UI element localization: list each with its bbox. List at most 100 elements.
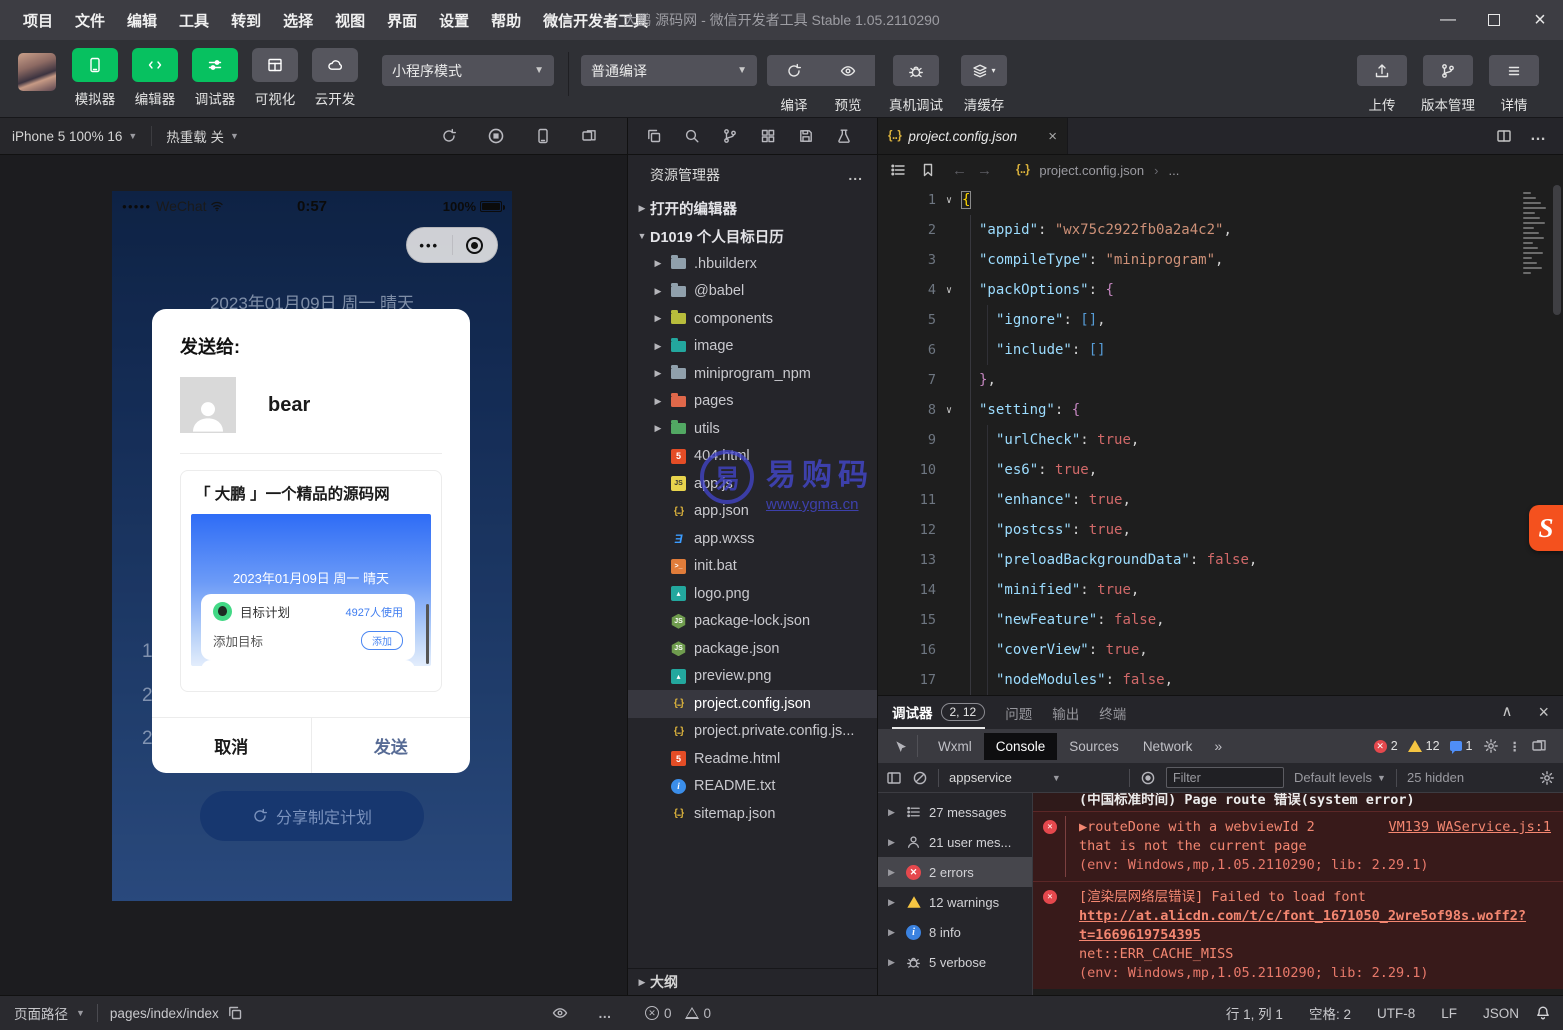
compile-select[interactable]: 普通编译▼ (581, 55, 757, 86)
menu-文件[interactable]: 文件 (66, 6, 114, 35)
code-line-11[interactable]: 11"enhance": true, (878, 485, 1563, 515)
console-filter-21 user mes...[interactable]: ▶21 user mes... (878, 827, 1032, 857)
devtools-tab-Sources[interactable]: Sources (1057, 733, 1131, 760)
code-line-16[interactable]: 16"coverView": true, (878, 635, 1563, 665)
file-components[interactable]: ▶components (628, 305, 877, 333)
copy-path-icon[interactable] (227, 1005, 243, 1021)
kebab-menu-icon[interactable]: ⋮ (1509, 739, 1522, 754)
encoding[interactable]: UTF-8 (1377, 1006, 1415, 1021)
share-plan-button[interactable]: 分享制定计划 (200, 791, 424, 841)
phone-icon[interactable] (535, 127, 551, 145)
notifications-bell-icon[interactable] (1535, 1005, 1551, 1021)
back-icon[interactable]: ← (952, 162, 967, 179)
minimap[interactable] (1523, 189, 1549, 277)
undock-icon[interactable] (1531, 738, 1547, 754)
breadcrumb-more[interactable]: ... (1168, 163, 1179, 178)
debugger-tab-输出[interactable]: 输出 (1052, 696, 1079, 729)
code-line-6[interactable]: 6"include": [] (878, 335, 1563, 365)
code-line-17[interactable]: 17"nodeModules": false, (878, 665, 1563, 695)
file-miniprogram_npm[interactable]: ▶miniprogram_npm (628, 360, 877, 388)
inspect-element-icon[interactable] (886, 735, 918, 757)
console-filter-2 errors[interactable]: ▶✕2 errors (878, 857, 1032, 887)
console-settings-icon[interactable] (1539, 770, 1555, 786)
sidebar-toggle-icon[interactable] (886, 770, 902, 786)
action-版本管理[interactable]: 版本管理 (1421, 48, 1475, 114)
devtools-tab-Network[interactable]: Network (1131, 733, 1205, 760)
indent-setting[interactable]: 空格: 2 (1309, 1003, 1351, 1023)
mode-select[interactable]: 小程序模式▼ (382, 55, 554, 86)
font-url-link[interactable]: http://at.alicdn.com/t/c/font_1671050_2w… (1079, 908, 1526, 943)
fold-icon[interactable]: ∨ (936, 285, 962, 296)
code-line-15[interactable]: 15"newFeature": false, (878, 605, 1563, 635)
eye-toggle-icon[interactable] (1140, 770, 1156, 786)
menu-选择[interactable]: 选择 (274, 6, 322, 35)
code-line-9[interactable]: 9"urlCheck": true, (878, 425, 1563, 455)
file-app.json[interactable]: {..}app.json (628, 498, 877, 526)
console-filter-27 messages[interactable]: ▶27 messages (878, 797, 1032, 827)
file-logo.png[interactable]: ▴logo.png (628, 580, 877, 608)
menu-项目[interactable]: 项目 (14, 6, 62, 35)
code-line-2[interactable]: 2"appid": "wx75c2922fb0a2a4c2", (878, 215, 1563, 245)
file-app.js[interactable]: JSapp.js (628, 470, 877, 498)
menu-帮助[interactable]: 帮助 (482, 6, 530, 35)
file-package.json[interactable]: JSpackage.json (628, 635, 877, 663)
file-init.bat[interactable]: >_init.bat (628, 553, 877, 581)
search-icon[interactable] (684, 128, 700, 144)
hot-reload-select[interactable]: 热重载 关▼ (166, 126, 239, 146)
action-上传[interactable]: 上传 (1355, 48, 1409, 114)
editor-scrollbar[interactable] (1551, 185, 1563, 695)
file-.hbuilderx[interactable]: ▶.hbuilderx (628, 250, 877, 278)
error-count[interactable]: ✕2 (1374, 739, 1398, 753)
filter-input[interactable] (1166, 767, 1284, 788)
action-详情[interactable]: 详情 (1487, 48, 1541, 114)
close-icon[interactable]: × (1048, 128, 1057, 145)
add-goal-button[interactable]: 添加 (361, 631, 403, 650)
devtools-settings-icon[interactable] (1483, 738, 1499, 754)
file-@babel[interactable]: ▶@babel (628, 278, 877, 306)
code-line-5[interactable]: 5"ignore": [], (878, 305, 1563, 335)
preview-eye-icon[interactable] (552, 1005, 568, 1021)
action-真机调试[interactable]: 真机调试 (889, 48, 943, 114)
file-Readme.html[interactable]: 5Readme.html (628, 745, 877, 773)
toolbar-button-编辑器[interactable]: 编辑器 (126, 48, 184, 108)
file-package-lock.json[interactable]: JSpackage-lock.json (628, 608, 877, 636)
menu-界面[interactable]: 界面 (378, 6, 426, 35)
save-icon[interactable] (798, 128, 814, 144)
menu-转到[interactable]: 转到 (222, 6, 270, 35)
cancel-button[interactable]: 取消 (152, 718, 312, 773)
file-app.wxss[interactable]: Ǝapp.wxss (628, 525, 877, 553)
stopcircle-icon[interactable] (487, 127, 505, 145)
devtools-tab-Wxml[interactable]: Wxml (926, 733, 984, 760)
chat-count[interactable]: 1 (1450, 739, 1473, 753)
file-README.txt[interactable]: iREADME.txt (628, 773, 877, 801)
miniprogram-capsule[interactable]: ••• (406, 227, 498, 263)
more-actions-icon[interactable]: … (1530, 127, 1547, 145)
refresh-icon[interactable] (441, 127, 457, 145)
grid-icon[interactable] (760, 128, 776, 144)
action-预览[interactable]: 预览 (821, 48, 875, 114)
file-image[interactable]: ▶image (628, 333, 877, 361)
close-button[interactable]: × (1517, 0, 1563, 40)
maximize-button[interactable] (1471, 0, 1517, 40)
bookmark-icon[interactable] (920, 162, 936, 178)
log-levels-select[interactable]: Default levels▼ (1294, 770, 1386, 785)
problems-counts[interactable]: ✕0 0 (645, 996, 719, 1030)
tree-section-D1019 个人目标日历[interactable]: ▼D1019 个人目标日历 (628, 223, 877, 251)
code-line-8[interactable]: 8∨"setting": { (878, 395, 1563, 425)
code-line-13[interactable]: 13"preloadBackgroundData": false, (878, 545, 1563, 575)
devices-icon[interactable] (581, 127, 597, 145)
debugger-tab-终端[interactable]: 终端 (1099, 696, 1126, 729)
file-project.private.config.js...[interactable]: {..}project.private.config.js... (628, 718, 877, 746)
warning-count[interactable]: 12 (1408, 739, 1440, 753)
breadcrumb-file[interactable]: project.config.json (1039, 163, 1144, 178)
code-line-4[interactable]: 4∨"packOptions": { (878, 275, 1563, 305)
action-清缓存[interactable]: ▾清缓存 (957, 48, 1011, 114)
floating-s-badge[interactable]: S (1529, 505, 1563, 551)
send-button[interactable]: 发送 (312, 718, 471, 773)
code-editor[interactable]: 1∨{2"appid": "wx75c2922fb0a2a4c2",3"comp… (878, 185, 1563, 695)
toolbar-button-调试器[interactable]: 调试器 (186, 48, 244, 108)
minimize-button[interactable]: — (1425, 0, 1471, 40)
code-line-12[interactable]: 12"postcss": true, (878, 515, 1563, 545)
page-path-label[interactable]: 页面路径 (14, 1003, 68, 1023)
toolbar-button-模拟器[interactable]: 模拟器 (66, 48, 124, 108)
